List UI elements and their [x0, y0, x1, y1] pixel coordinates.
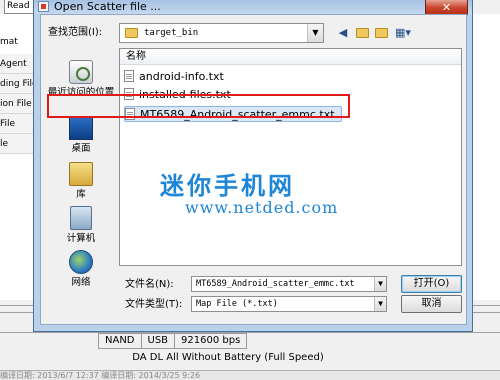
dialog-title: Open Scatter file ...: [54, 0, 161, 13]
status-bar: NAND USB 921600 bps: [98, 333, 248, 349]
connection-type-cell: USB: [141, 333, 176, 349]
left-item-authentication-file[interactable]: ion File: [0, 94, 34, 114]
open-button[interactable]: 打开(O): [401, 275, 462, 293]
place-label: 桌面: [71, 143, 91, 154]
dialog-titlebar[interactable]: Open Scatter file ... ✕: [34, 0, 472, 17]
up-folder-icon[interactable]: [354, 25, 370, 41]
view-menu-icon[interactable]: ▦▾: [392, 25, 414, 41]
cancel-button[interactable]: 取消: [401, 295, 462, 313]
place-network[interactable]: 网络: [47, 250, 115, 289]
computer-icon: [70, 206, 92, 230]
filename-input[interactable]: MT6589_Android_scatter_emmc.txt ▼: [191, 276, 387, 292]
library-icon: [69, 162, 93, 186]
watermark-title: 迷你手机网: [160, 172, 295, 200]
desktop-icon: [69, 116, 93, 140]
chevron-down-icon[interactable]: ▼: [374, 297, 386, 311]
filename-value: MT6589_Android_scatter_emmc.txt: [196, 279, 355, 289]
left-item-scatter-loading-file[interactable]: ding File: [0, 74, 34, 94]
highlight-annotation: [47, 94, 350, 118]
left-item-format[interactable]: mat: [0, 32, 34, 52]
place-computer[interactable]: 计算机: [47, 206, 115, 245]
left-item-file[interactable]: le: [0, 134, 34, 154]
column-header-name[interactable]: 名称: [120, 49, 461, 65]
place-library[interactable]: 库: [47, 162, 115, 201]
places-bar: 最近访问的位置 桌面 库 计算机 网络: [47, 50, 115, 288]
file-name: android-info.txt: [139, 69, 224, 83]
place-label: 库: [76, 189, 86, 200]
place-label: 网络: [71, 277, 91, 288]
chevron-down-icon[interactable]: ▼: [307, 24, 323, 42]
read-back-tab[interactable]: Read b: [4, 0, 34, 14]
filename-label: 文件名(N):: [125, 279, 174, 290]
app-icon: [38, 1, 49, 12]
place-desktop[interactable]: 桌面: [47, 116, 115, 155]
file-list[interactable]: 名称 android-info.txt installed-files.txt …: [119, 48, 462, 266]
folder-icon: [125, 28, 138, 38]
look-in-dropdown[interactable]: target_bin ▼: [119, 23, 324, 43]
separator-line: [0, 332, 500, 333]
filetype-label: 文件类型(T):: [125, 299, 183, 310]
left-item-download-agent[interactable]: Agent: [0, 54, 34, 74]
chevron-down-icon[interactable]: ▼: [374, 277, 386, 291]
text-file-icon: [124, 70, 134, 82]
folder-icon: [356, 28, 369, 38]
left-item-certification-file[interactable]: File: [0, 114, 34, 134]
download-mode-status: DA DL All Without Battery (Full Speed): [132, 352, 324, 363]
baud-rate-cell: 921600 bps: [175, 333, 248, 349]
look-in-label: 查找范围(I):: [48, 27, 103, 38]
new-folder-icon[interactable]: [373, 25, 389, 41]
filetype-select[interactable]: Map File (*.txt) ▼: [191, 296, 387, 312]
look-in-value: target_bin: [144, 28, 199, 38]
background-left-panel: mat Agent ding File ion File File le: [0, 14, 34, 304]
filetype-value: Map File (*.txt): [196, 299, 278, 309]
place-label: 计算机: [66, 233, 96, 244]
recent-places-icon: [69, 60, 93, 84]
network-icon: [69, 250, 93, 274]
folder-icon: [375, 28, 388, 38]
storage-type-cell: NAND: [98, 333, 142, 349]
background-right-panel: [470, 14, 500, 304]
watermark-url: www.netded.com: [185, 198, 339, 217]
list-item[interactable]: android-info.txt: [124, 68, 224, 84]
build-date-strip: 编译日期: 2013/6/7 12:37 编译日期: 2014/3/25 9:2…: [0, 370, 500, 380]
back-icon[interactable]: ◀: [335, 25, 351, 41]
